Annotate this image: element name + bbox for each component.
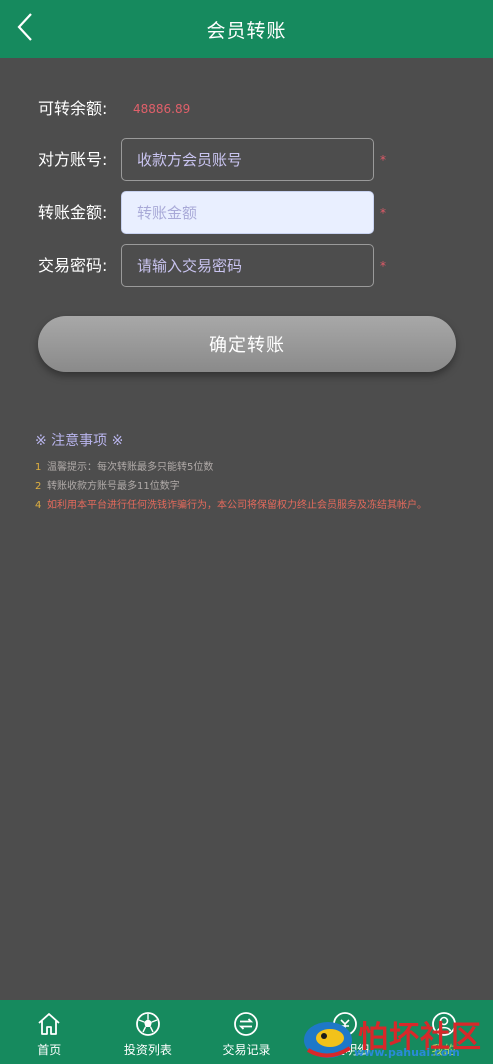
- notice-title: ※ 注意事项 ※: [35, 433, 124, 449]
- password-row: 交易密码: *: [0, 244, 493, 288]
- bottom-tab-bar: 首页 投资列表 交易记录 资金明细 我的: [0, 1000, 493, 1064]
- balance-row: 可转余额: 48886.89: [0, 87, 493, 131]
- notice-number: 1: [35, 462, 42, 473]
- balance-value: 48886.89: [133, 102, 191, 116]
- tab-transactions-label: 交易记录: [222, 1043, 271, 1057]
- tab-transactions[interactable]: 交易记录: [197, 1000, 296, 1064]
- amount-input[interactable]: [121, 191, 374, 234]
- tab-me-label: 我的: [431, 1043, 456, 1057]
- notice-text: 如利用本平台进行任何洗钱诈骗行为，本公司将保留权力终止会员服务及冻结其帐户。: [47, 500, 427, 511]
- funds-icon: [331, 1010, 359, 1038]
- user-icon: [430, 1010, 458, 1038]
- password-input[interactable]: [121, 244, 374, 287]
- required-mark: *: [380, 153, 386, 167]
- tab-home-label: 首页: [37, 1043, 62, 1057]
- page-title: 会员转账: [206, 19, 287, 42]
- notice-item: 1 温馨提示：每次转账最多只能转5位数: [35, 458, 465, 477]
- notice-item: 4 如利用本平台进行任何洗钱诈骗行为，本公司将保留权力终止会员服务及冻结其帐户。: [35, 496, 465, 515]
- required-mark: *: [380, 206, 386, 220]
- tab-funds-label: 资金明细: [321, 1043, 370, 1057]
- tab-me[interactable]: 我的: [394, 1000, 493, 1064]
- notice-text: 温馨提示：每次转账最多只能转5位数: [47, 462, 214, 473]
- tab-funds[interactable]: 资金明细: [296, 1000, 395, 1064]
- password-label: 交易密码:: [38, 256, 108, 275]
- back-button[interactable]: [10, 12, 40, 46]
- chevron-left-icon: [16, 12, 34, 46]
- home-icon: [35, 1010, 63, 1038]
- exchange-icon: [232, 1010, 260, 1038]
- account-input[interactable]: [121, 138, 374, 181]
- account-label: 对方账号:: [38, 150, 108, 169]
- notice-text: 转账收款方账号最多11位数字: [47, 481, 180, 492]
- balance-label: 可转余额:: [38, 99, 108, 118]
- tab-investments[interactable]: 投资列表: [99, 1000, 198, 1064]
- required-mark: *: [380, 259, 386, 273]
- header-bar: 会员转账: [0, 0, 493, 58]
- account-row: 对方账号: *: [0, 138, 493, 182]
- amount-row: 转账金额: *: [0, 191, 493, 235]
- notice-item: 2 转账收款方账号最多11位数字: [35, 477, 465, 496]
- notice-number: 2: [35, 481, 42, 492]
- tab-home[interactable]: 首页: [0, 1000, 99, 1064]
- confirm-transfer-button[interactable]: 确定转账: [38, 316, 456, 372]
- soccer-ball-icon: [134, 1010, 162, 1038]
- notice-number: 4: [35, 500, 42, 511]
- amount-label: 转账金额:: [38, 203, 108, 222]
- tab-investments-label: 投资列表: [123, 1043, 172, 1057]
- notice-list: 1 温馨提示：每次转账最多只能转5位数 2 转账收款方账号最多11位数字 4 如…: [35, 458, 465, 515]
